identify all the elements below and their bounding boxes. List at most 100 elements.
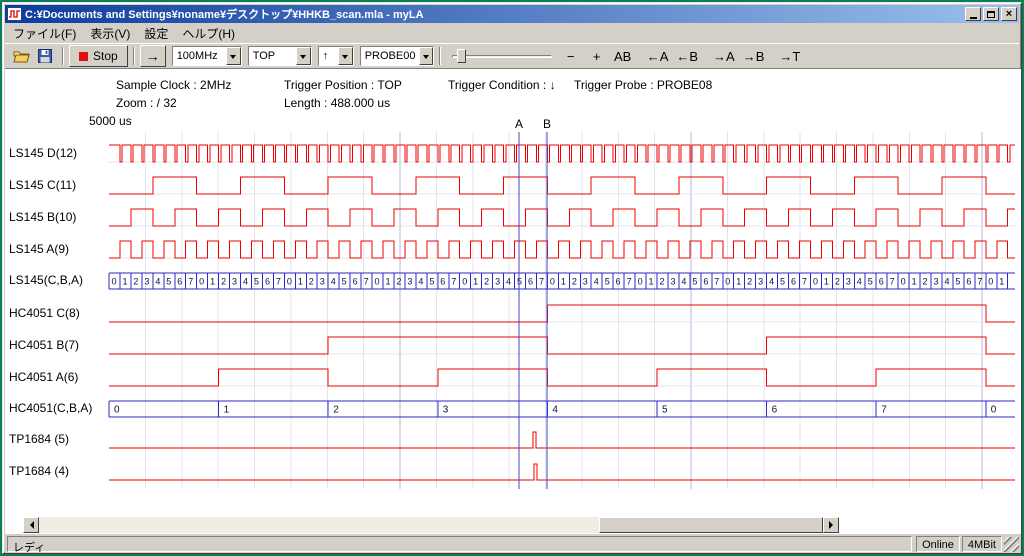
- svg-text:1: 1: [473, 277, 478, 287]
- svg-text:B: B: [543, 117, 551, 131]
- menu-help[interactable]: ヘルプ(H): [175, 23, 242, 44]
- svg-text:1: 1: [224, 405, 230, 416]
- svg-text:3: 3: [670, 277, 675, 287]
- probe-select[interactable]: PROBE00: [360, 46, 434, 66]
- minimize-button[interactable]: [965, 7, 981, 21]
- svg-text:3: 3: [407, 277, 412, 287]
- svg-text:4: 4: [769, 277, 774, 287]
- svg-text:7: 7: [188, 277, 193, 287]
- svg-text:0: 0: [112, 277, 117, 287]
- close-button[interactable]: ×: [1001, 7, 1017, 21]
- toolbar-separator: [133, 47, 135, 65]
- svg-text:7: 7: [977, 277, 982, 287]
- minimize-icon: [970, 17, 977, 19]
- trigger-position-select[interactable]: TOP: [248, 46, 312, 66]
- dropdown-arrow-icon[interactable]: [419, 47, 432, 65]
- zoom-in-button[interactable]: +: [585, 45, 609, 67]
- svg-text:2: 2: [835, 277, 840, 287]
- trigger-position-value: TOP: [249, 47, 279, 65]
- status-memory: 4MBit: [962, 536, 1002, 552]
- svg-text:6: 6: [703, 277, 708, 287]
- arrow-left-icon: [26, 521, 34, 529]
- status-ready: レディ: [7, 536, 912, 552]
- svg-text:7: 7: [890, 277, 895, 287]
- goto-marker-b-button[interactable]: ←B: [673, 45, 701, 67]
- svg-text:6: 6: [353, 277, 358, 287]
- save-button[interactable]: [33, 45, 57, 67]
- svg-text:7: 7: [451, 277, 456, 287]
- goto-marker-a-button[interactable]: ←A: [644, 45, 672, 67]
- scroll-left-button[interactable]: [23, 517, 39, 533]
- svg-text:1: 1: [999, 277, 1004, 287]
- scroll-right-button[interactable]: [823, 517, 839, 533]
- svg-text:7: 7: [276, 277, 281, 287]
- svg-text:0: 0: [287, 277, 292, 287]
- svg-text:6: 6: [440, 277, 445, 287]
- app-window: C:¥Documents and Settings¥noname¥デスクトップ¥…: [2, 2, 1022, 554]
- goto-trigger-button[interactable]: →T: [776, 45, 803, 67]
- resize-grip[interactable]: [1004, 537, 1019, 552]
- dropdown-arrow-icon[interactable]: [296, 47, 311, 65]
- horizontal-scrollbar[interactable]: [23, 517, 839, 533]
- open-button[interactable]: [9, 45, 33, 67]
- arrow-right-icon: [829, 521, 837, 529]
- svg-text:4: 4: [418, 277, 423, 287]
- svg-text:5: 5: [955, 277, 960, 287]
- title-bar[interactable]: C:¥Documents and Settings¥noname¥デスクトップ¥…: [5, 5, 1019, 23]
- menu-file[interactable]: ファイル(F): [6, 23, 83, 44]
- svg-text:7: 7: [714, 277, 719, 287]
- svg-text:2: 2: [747, 277, 752, 287]
- svg-text:5: 5: [692, 277, 697, 287]
- dropdown-arrow-icon[interactable]: [226, 47, 241, 65]
- run-button[interactable]: →: [140, 45, 166, 67]
- svg-text:0: 0: [638, 277, 643, 287]
- svg-text:2: 2: [221, 277, 226, 287]
- svg-text:1: 1: [736, 277, 741, 287]
- svg-text:0: 0: [988, 277, 993, 287]
- svg-text:0: 0: [901, 277, 906, 287]
- svg-text:6: 6: [177, 277, 182, 287]
- svg-text:4: 4: [243, 277, 248, 287]
- menu-settings[interactable]: 設定: [137, 23, 175, 44]
- svg-text:3: 3: [583, 277, 588, 287]
- svg-text:0: 0: [114, 405, 120, 416]
- svg-text:1: 1: [298, 277, 303, 287]
- toolbar-separator: [62, 47, 64, 65]
- set-marker-b-button[interactable]: →B: [740, 45, 768, 67]
- svg-text:3: 3: [934, 277, 939, 287]
- trigger-edge-select[interactable]: ↑: [318, 46, 354, 66]
- svg-text:3: 3: [232, 277, 237, 287]
- sample-rate-value: 100MHz: [173, 47, 222, 65]
- svg-text:4: 4: [857, 277, 862, 287]
- menu-bar: ファイル(F) 表示(V) 設定 ヘルプ(H): [5, 24, 1019, 43]
- svg-text:1: 1: [122, 277, 127, 287]
- svg-text:5: 5: [429, 277, 434, 287]
- svg-text:5: 5: [342, 277, 347, 287]
- svg-text:5: 5: [868, 277, 873, 287]
- ab-button[interactable]: AB: [611, 45, 635, 67]
- sample-rate-select[interactable]: 100MHz: [172, 46, 242, 66]
- svg-text:3: 3: [144, 277, 149, 287]
- svg-text:2: 2: [572, 277, 577, 287]
- stop-icon: [79, 52, 88, 61]
- save-floppy-icon: [38, 49, 52, 63]
- zoom-slider-thumb[interactable]: [457, 49, 466, 63]
- svg-text:7: 7: [364, 277, 369, 287]
- svg-text:3: 3: [846, 277, 851, 287]
- set-marker-a-button[interactable]: →A: [710, 45, 738, 67]
- svg-text:5: 5: [166, 277, 171, 287]
- svg-text:5: 5: [517, 277, 522, 287]
- maximize-button[interactable]: [983, 7, 999, 21]
- zoom-slider[interactable]: [450, 46, 554, 66]
- scrollbar-thumb[interactable]: [599, 517, 823, 533]
- zoom-slider-track[interactable]: [452, 55, 552, 58]
- dropdown-arrow-icon[interactable]: [338, 47, 353, 65]
- svg-text:0: 0: [725, 277, 730, 287]
- svg-text:6: 6: [265, 277, 270, 287]
- waveform-canvas[interactable]: 0123456701234567012345670123456701234567…: [5, 69, 1021, 534]
- menu-view[interactable]: 表示(V): [83, 23, 137, 44]
- zoom-out-button[interactable]: −: [559, 45, 583, 67]
- svg-text:2: 2: [333, 405, 339, 416]
- stop-button[interactable]: Stop: [69, 45, 128, 67]
- svg-text:1: 1: [210, 277, 215, 287]
